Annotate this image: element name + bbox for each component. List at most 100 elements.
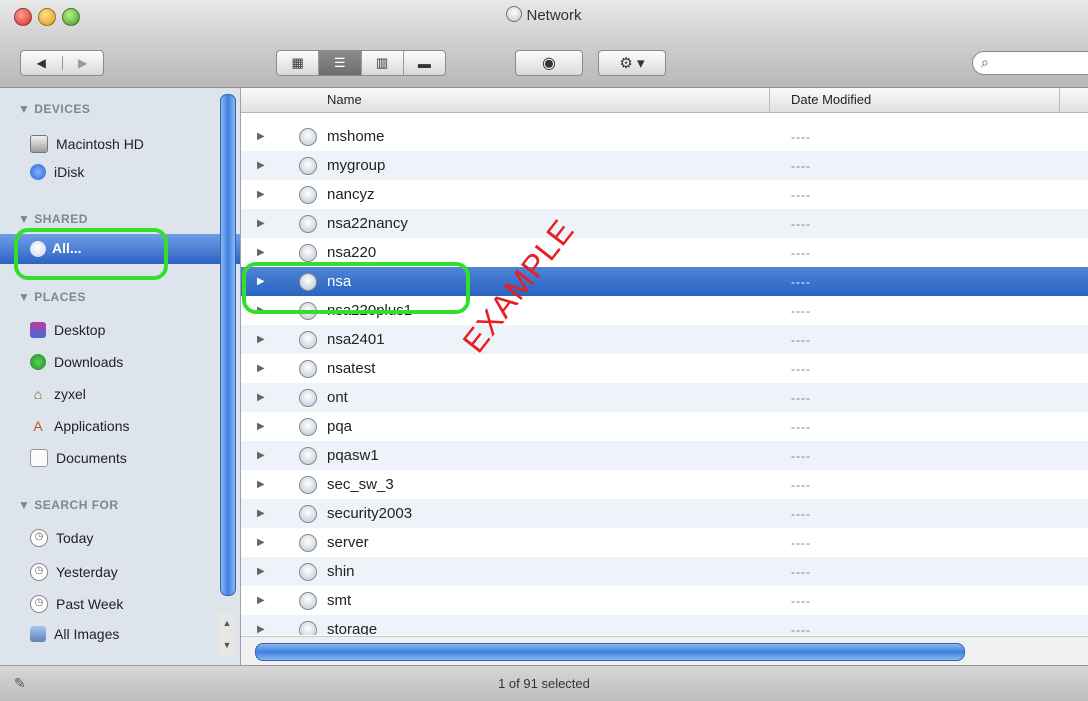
- applications-icon: A: [33, 418, 43, 434]
- sidebar-scrollbar[interactable]: [216, 90, 238, 650]
- horizontal-scroll-thumb[interactable]: [255, 643, 965, 661]
- disclosure-triangle-icon[interactable]: ▶: [257, 537, 265, 548]
- search-field[interactable]: ⌕: [972, 51, 1088, 75]
- sidebar-scroll-thumb[interactable]: [220, 94, 236, 596]
- sidebar-item-label: Documents: [56, 450, 127, 466]
- sidebar-item-label: Yesterday: [56, 564, 118, 580]
- disclosure-triangle-icon[interactable]: ▶: [257, 218, 265, 229]
- row-date: ----: [791, 216, 811, 231]
- table-row[interactable]: ▶ server ----: [241, 528, 1088, 557]
- disclosure-triangle-icon[interactable]: ▶: [257, 508, 265, 519]
- hard-drive-icon: [30, 135, 48, 153]
- places-header[interactable]: ▼ PLACES: [18, 290, 86, 304]
- network-server-icon: [299, 475, 317, 494]
- title-bar: Network: [0, 0, 1088, 42]
- disclosure-triangle-icon[interactable]: ▶: [257, 189, 265, 200]
- sidebar-item-documents[interactable]: Documents: [30, 446, 220, 470]
- horizontal-scrollbar[interactable]: [241, 636, 1088, 665]
- table-row[interactable]: ▶ security2003 ----: [241, 499, 1088, 528]
- disclosure-triangle-icon[interactable]: ▶: [257, 131, 265, 142]
- disclosure-triangle-icon[interactable]: ▶: [257, 595, 265, 606]
- table-row[interactable]: ▶ mygroup ----: [241, 151, 1088, 180]
- table-row[interactable]: ▶ storage ----: [241, 615, 1088, 635]
- column-divider[interactable]: [769, 88, 770, 112]
- sidebar-item-past-week[interactable]: ◷ Past Week: [30, 592, 220, 616]
- table-row[interactable]: ▶ nsatest ----: [241, 354, 1088, 383]
- sidebar-scroll-arrows[interactable]: ▲ ▼: [218, 612, 236, 656]
- row-date: ----: [791, 158, 811, 173]
- row-name: smt: [327, 592, 352, 609]
- table-row[interactable]: ▶ ont ----: [241, 383, 1088, 412]
- name-column-header[interactable]: Name: [327, 92, 362, 107]
- row-date: ----: [791, 448, 811, 463]
- sidebar-item-label: All Images: [54, 626, 120, 642]
- network-server-icon: [299, 185, 317, 204]
- disclosure-triangle-icon[interactable]: ▶: [257, 421, 265, 432]
- sidebar-item-all-images[interactable]: All Images: [30, 622, 220, 646]
- documents-icon: [30, 449, 48, 467]
- disclosure-triangle-icon[interactable]: ▶: [257, 392, 265, 403]
- disclosure-triangle-icon[interactable]: ▶: [257, 624, 265, 635]
- shared-header[interactable]: ▼ SHARED: [18, 212, 88, 226]
- desktop-icon: [30, 322, 46, 338]
- devices-header[interactable]: ▼ DEVICES: [18, 102, 90, 116]
- row-name: ont: [327, 389, 348, 406]
- sidebar-item-desktop[interactable]: Desktop: [30, 318, 220, 342]
- row-name: mygroup: [327, 157, 386, 174]
- disclosure-triangle-icon[interactable]: ▶: [257, 247, 265, 258]
- row-date: ----: [791, 506, 811, 521]
- table-row[interactable]: ▶ pqa ----: [241, 412, 1088, 441]
- date-modified-column-header[interactable]: Date Modified: [791, 92, 871, 107]
- back-button[interactable]: ◀: [21, 56, 62, 70]
- sidebar-item-yesterday[interactable]: ◷ Yesterday: [30, 560, 220, 584]
- table-row[interactable]: ▶ nsa2401 ----: [241, 325, 1088, 354]
- table-row[interactable]: ▶ shin ----: [241, 557, 1088, 586]
- row-date: ----: [791, 274, 811, 289]
- quick-look-button[interactable]: ◉: [515, 50, 583, 76]
- network-server-icon: [299, 156, 317, 175]
- search-for-header[interactable]: ▼ SEARCH FOR: [18, 498, 119, 512]
- search-icon: ⌕: [981, 54, 989, 70]
- sidebar-item-idisk[interactable]: iDisk: [30, 160, 220, 184]
- action-menu-button[interactable]: ⚙ ▾: [598, 50, 666, 76]
- row-date: ----: [791, 477, 811, 492]
- coverflow-view-button[interactable]: ▬: [402, 51, 445, 75]
- network-server-icon: [299, 243, 317, 262]
- row-date: ----: [791, 564, 811, 579]
- status-text: 1 of 91 selected: [498, 676, 590, 691]
- disclosure-triangle-icon[interactable]: ▶: [257, 160, 265, 171]
- row-date: ----: [791, 390, 811, 405]
- sidebar-item-label: iDisk: [54, 164, 85, 180]
- sidebar-item-downloads[interactable]: Downloads: [30, 350, 220, 374]
- sidebar-item-macintosh-hd[interactable]: Macintosh HD: [30, 132, 220, 156]
- row-name: security2003: [327, 505, 413, 522]
- table-row[interactable]: ▶ sec_sw_3 ----: [241, 470, 1088, 499]
- column-header: Name Date Modified: [241, 88, 1088, 113]
- disclosure-triangle-icon[interactable]: ▶: [257, 363, 265, 374]
- table-row[interactable]: ▶ nsa22nancy ----: [241, 209, 1088, 238]
- disclosure-triangle-icon[interactable]: ▶: [257, 334, 265, 345]
- column-view-button[interactable]: ▥: [360, 51, 403, 75]
- icon-view-button[interactable]: ▦: [277, 51, 318, 75]
- rows-container: ▶ mshome ---- ▶ mygroup ---- ▶ nancyz ---- ▶ nsa22…: [241, 113, 1088, 635]
- column-divider[interactable]: [1059, 88, 1060, 112]
- sidebar-item-today[interactable]: ◷ Today: [30, 526, 220, 550]
- row-name: nsatest: [327, 360, 376, 377]
- forward-button[interactable]: ▶: [61, 56, 104, 70]
- disclosure-triangle-icon[interactable]: ▶: [257, 450, 265, 461]
- highlight-ring-row: [242, 262, 470, 314]
- network-server-icon: [299, 214, 317, 233]
- list-view-button[interactable]: ☰: [318, 51, 361, 75]
- eye-icon: ◉: [542, 55, 556, 72]
- disclosure-triangle-icon[interactable]: ▶: [257, 566, 265, 577]
- file-list: Name Date Modified ▶ mshome ---- ▶ mygroup --…: [241, 88, 1088, 665]
- sidebar-item-zyxel[interactable]: ⌂ zyxel: [30, 382, 220, 406]
- sidebar-item-applications[interactable]: A Applications: [30, 414, 220, 438]
- row-name: mshome: [327, 128, 385, 145]
- table-row[interactable]: ▶ pqasw1 ----: [241, 441, 1088, 470]
- table-row[interactable]: ▶ smt ----: [241, 586, 1088, 615]
- disclosure-triangle-icon[interactable]: ▶: [257, 479, 265, 490]
- table-row[interactable]: ▶ nancyz ----: [241, 180, 1088, 209]
- table-row[interactable]: ▶ mshome ----: [241, 122, 1088, 151]
- gear-icon: ⚙ ▾: [619, 55, 645, 72]
